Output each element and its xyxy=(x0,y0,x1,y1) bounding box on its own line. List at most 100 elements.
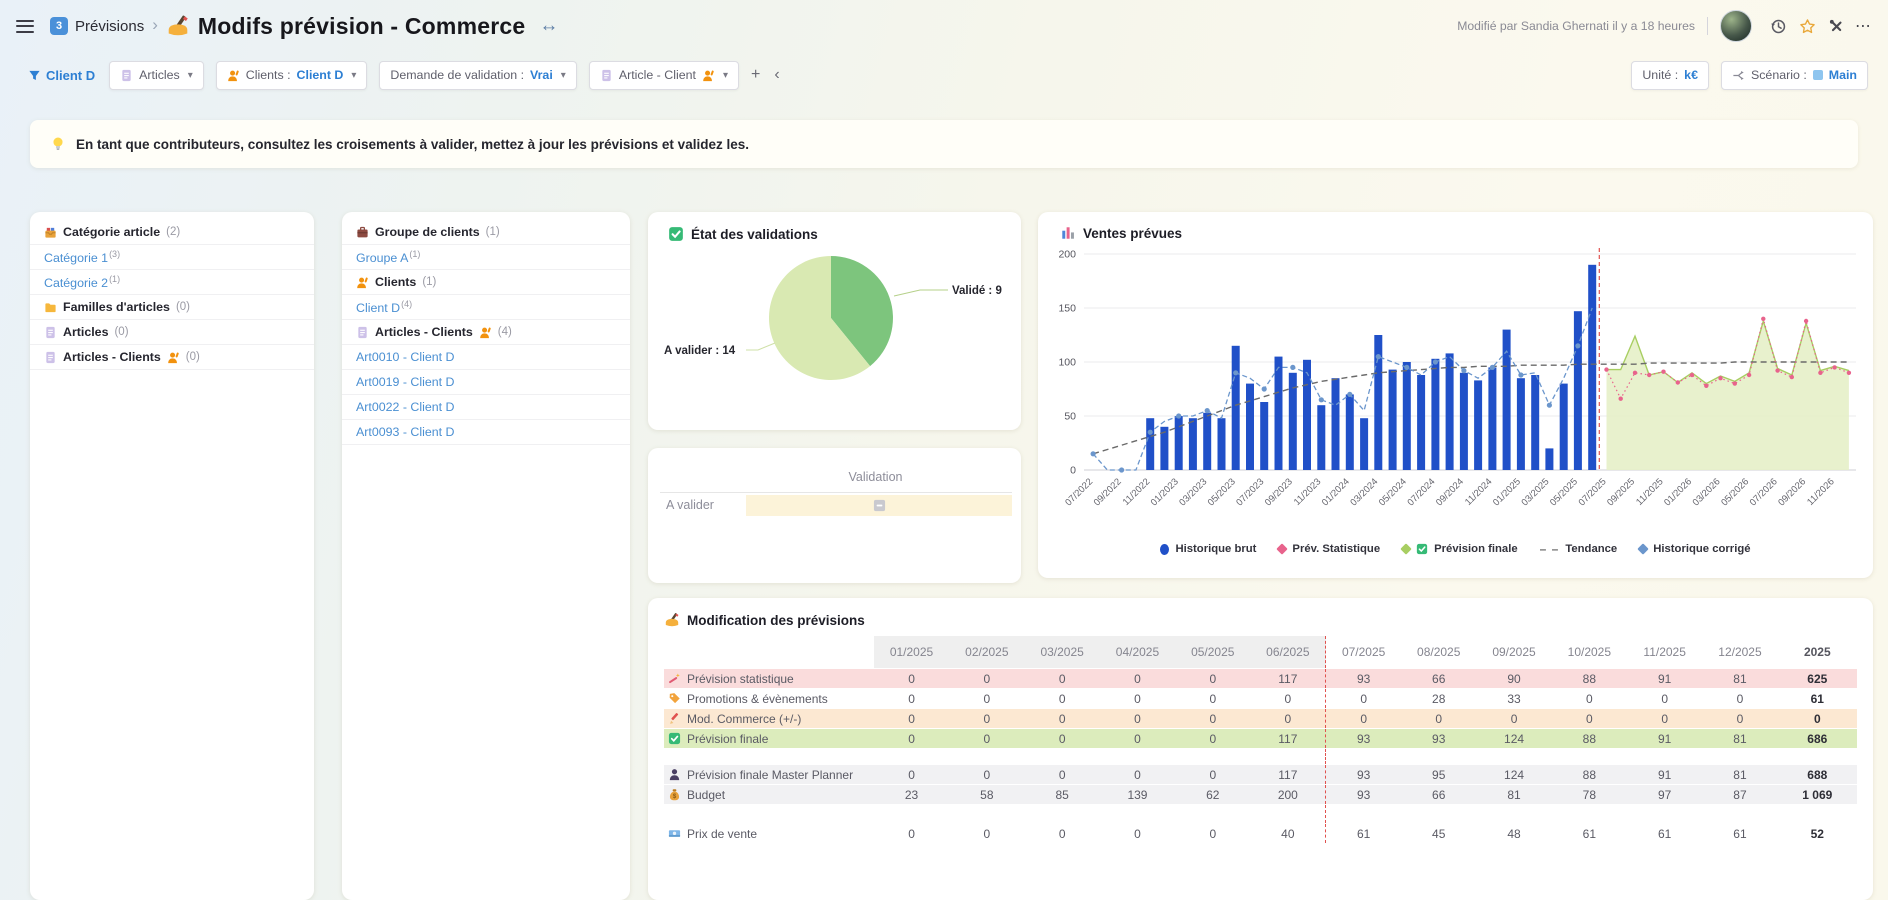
table-cell[interactable]: 91 xyxy=(1627,729,1702,749)
table-cell[interactable]: 88 xyxy=(1552,669,1627,689)
table-cell[interactable]: 61 xyxy=(1326,824,1401,844)
table-cell[interactable]: 625 xyxy=(1778,669,1857,689)
table-cell[interactable]: 0 xyxy=(874,689,949,709)
filter-chip-1[interactable]: Clients :Client D▾ xyxy=(216,61,368,90)
table-cell[interactable]: 0 xyxy=(949,709,1024,729)
table-cell[interactable]: 81 xyxy=(1702,765,1777,785)
column-header[interactable]: 03/2025 xyxy=(1025,636,1100,669)
column-header[interactable]: 11/2025 xyxy=(1627,636,1702,669)
indeterminate-checkbox-icon[interactable] xyxy=(873,499,886,512)
column-header[interactable]: 12/2025 xyxy=(1702,636,1777,669)
table-cell[interactable]: 0 xyxy=(1627,709,1702,729)
table-cell[interactable]: 0 xyxy=(1175,729,1250,749)
list-item[interactable]: Art0019 - Client D xyxy=(342,370,630,395)
table-cell[interactable]: 1 069 xyxy=(1778,785,1857,805)
table-cell[interactable]: 61 xyxy=(1702,824,1777,844)
list-item[interactable]: Client D(4) xyxy=(342,295,630,320)
table-cell[interactable]: 200 xyxy=(1250,785,1325,805)
table-cell[interactable]: 88 xyxy=(1552,765,1627,785)
section-header[interactable]: Articles(0) xyxy=(30,320,314,345)
column-header[interactable]: 10/2025 xyxy=(1552,636,1627,669)
filter-chip-0[interactable]: Articles▾ xyxy=(109,61,204,90)
table-cell[interactable]: 0 xyxy=(874,824,949,844)
table-cell[interactable]: 0 xyxy=(874,669,949,689)
table-cell[interactable]: 78 xyxy=(1552,785,1627,805)
table-cell[interactable]: 0 xyxy=(949,729,1024,749)
table-cell[interactable]: 90 xyxy=(1476,669,1551,689)
column-header[interactable]: 08/2025 xyxy=(1401,636,1476,669)
legend-item[interactable]: Prév. Statistique xyxy=(1278,543,1380,555)
table-cell[interactable]: 62 xyxy=(1175,785,1250,805)
table-cell[interactable]: 28 xyxy=(1401,689,1476,709)
table-cell[interactable]: 0 xyxy=(874,709,949,729)
table-cell[interactable]: 0 xyxy=(949,824,1024,844)
star-icon[interactable] xyxy=(1799,18,1816,35)
table-cell[interactable]: 0 xyxy=(1250,709,1325,729)
list-item[interactable]: Art0022 - Client D xyxy=(342,395,630,420)
table-cell[interactable]: 61 xyxy=(1627,824,1702,844)
table-cell[interactable]: 0 xyxy=(1100,669,1175,689)
table-cell[interactable]: 0 xyxy=(1552,709,1627,729)
legend-item[interactable]: Historique corrigé xyxy=(1639,543,1750,555)
table-cell[interactable]: 61 xyxy=(1778,689,1857,709)
table-cell[interactable]: 0 xyxy=(949,765,1024,785)
table-cell[interactable]: 0 xyxy=(1100,729,1175,749)
list-item[interactable]: Art0010 - Client D xyxy=(342,345,630,370)
table-cell[interactable]: 81 xyxy=(1476,785,1551,805)
history-icon[interactable] xyxy=(1770,18,1787,35)
table-cell[interactable]: 61 xyxy=(1552,824,1627,844)
legend-item[interactable]: – –Tendance xyxy=(1540,542,1618,556)
table-cell[interactable]: 93 xyxy=(1401,729,1476,749)
table-cell[interactable]: 0 xyxy=(1476,709,1551,729)
table-cell[interactable]: 23 xyxy=(874,785,949,805)
table-cell[interactable]: 0 xyxy=(1025,709,1100,729)
resize-arrows-icon[interactable]: ↔ xyxy=(539,15,558,37)
table-cell[interactable]: 0 xyxy=(874,765,949,785)
table-cell[interactable]: 81 xyxy=(1702,729,1777,749)
table-cell[interactable]: 45 xyxy=(1401,824,1476,844)
table-cell[interactable]: 93 xyxy=(1326,729,1401,749)
filter-chip-3[interactable]: Article - Client▾ xyxy=(589,61,739,90)
table-cell[interactable]: 93 xyxy=(1326,785,1401,805)
table-cell[interactable]: 0 xyxy=(1552,689,1627,709)
table-cell[interactable]: 0 xyxy=(1025,765,1100,785)
table-cell[interactable]: 0 xyxy=(1250,689,1325,709)
column-header[interactable]: 01/2025 xyxy=(874,636,949,669)
menu-icon[interactable] xyxy=(16,20,34,33)
table-cell[interactable]: 85 xyxy=(1025,785,1100,805)
add-filter-button[interactable]: + xyxy=(751,66,760,84)
table-cell[interactable]: 139 xyxy=(1100,785,1175,805)
table-cell[interactable]: 0 xyxy=(1100,689,1175,709)
legend-item[interactable]: Historique brut xyxy=(1160,543,1256,555)
avatar[interactable] xyxy=(1720,10,1752,42)
table-cell[interactable]: 58 xyxy=(949,785,1024,805)
more-options-icon[interactable]: ⋯ xyxy=(1855,16,1872,36)
table-cell[interactable]: 0 xyxy=(1778,709,1857,729)
column-header[interactable]: 02/2025 xyxy=(949,636,1024,669)
table-cell[interactable]: 95 xyxy=(1401,765,1476,785)
table-cell[interactable]: 48 xyxy=(1476,824,1551,844)
section-header[interactable]: Articles - Clients(0) xyxy=(30,345,314,370)
list-item[interactable]: Catégorie 2(1) xyxy=(30,270,314,295)
column-header[interactable]: 07/2025 xyxy=(1326,636,1401,669)
table-cell[interactable]: 124 xyxy=(1476,765,1551,785)
table-cell[interactable]: 33 xyxy=(1476,689,1551,709)
column-header[interactable]: 2025 xyxy=(1778,636,1857,669)
section-header[interactable]: Catégorie article(2) xyxy=(30,220,314,245)
table-cell[interactable]: 0 xyxy=(1175,689,1250,709)
table-cell[interactable]: 0 xyxy=(1025,689,1100,709)
column-header[interactable]: 06/2025 xyxy=(1250,636,1325,669)
table-cell[interactable]: 0 xyxy=(1326,689,1401,709)
table-cell[interactable]: 117 xyxy=(1250,729,1325,749)
table-cell[interactable]: 0 xyxy=(1100,709,1175,729)
table-cell[interactable]: 0 xyxy=(1025,824,1100,844)
table-cell[interactable]: 0 xyxy=(1175,824,1250,844)
column-header[interactable]: 05/2025 xyxy=(1175,636,1250,669)
table-cell[interactable]: 0 xyxy=(1175,765,1250,785)
table-cell[interactable]: 91 xyxy=(1627,669,1702,689)
table-cell[interactable]: 88 xyxy=(1552,729,1627,749)
table-cell[interactable]: 0 xyxy=(1100,824,1175,844)
table-cell[interactable]: 117 xyxy=(1250,669,1325,689)
collapse-filters-button[interactable]: ‹ xyxy=(774,66,779,84)
table-cell[interactable]: 0 xyxy=(1175,709,1250,729)
